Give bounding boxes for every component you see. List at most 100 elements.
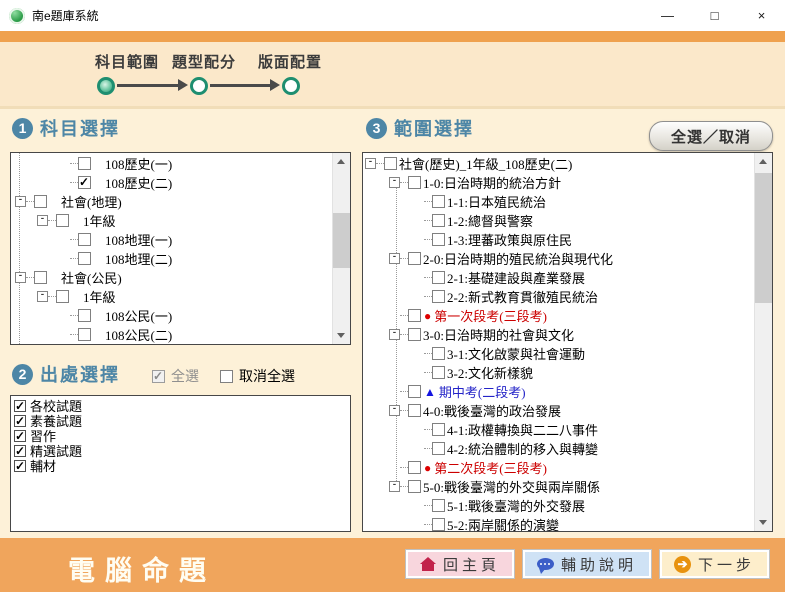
checkbox[interactable]	[56, 214, 69, 227]
checkbox[interactable]	[432, 366, 445, 379]
tree-item[interactable]: 108歷史(二)	[11, 173, 350, 192]
tree-item[interactable]: 2-1:基礎建設與產業發展	[363, 268, 772, 287]
collapse-icon[interactable]: -	[389, 329, 400, 340]
checkbox[interactable]	[408, 176, 421, 189]
checkbox[interactable]	[408, 404, 421, 417]
checkbox[interactable]	[432, 442, 445, 455]
tree-item[interactable]: 5-2:兩岸關係的演變	[363, 515, 772, 532]
checkbox[interactable]	[56, 290, 69, 303]
checkbox[interactable]	[432, 271, 445, 284]
next-step-button[interactable]: ➔下一步	[660, 550, 769, 578]
minimize-button[interactable]: —	[644, 0, 691, 31]
checkbox[interactable]	[408, 328, 421, 341]
checkbox[interactable]	[384, 157, 397, 170]
checkbox[interactable]	[78, 252, 91, 265]
collapse-icon[interactable]: -	[389, 253, 400, 264]
checkbox[interactable]	[14, 445, 26, 457]
checkbox[interactable]	[34, 195, 47, 208]
collapse-icon[interactable]: -	[365, 158, 376, 169]
tree-item[interactable]: -1年級	[11, 211, 350, 230]
tree-item[interactable]: 3-2:文化新樣貌	[363, 363, 772, 382]
tree-item[interactable]: 108地理(一)	[11, 230, 350, 249]
checkbox[interactable]	[408, 309, 421, 322]
checkbox[interactable]	[408, 480, 421, 493]
tree-item[interactable]: 108地理(二)	[11, 249, 350, 268]
checkbox[interactable]	[14, 460, 26, 472]
help-button[interactable]: 輔助說明	[523, 550, 651, 578]
tree-item[interactable]: 1-3:理蕃政策與原住民	[363, 230, 772, 249]
tree-item[interactable]: 2-2:新式教育貫徹殖民統治	[363, 287, 772, 306]
checkbox[interactable]	[432, 499, 445, 512]
checkbox[interactable]	[408, 385, 421, 398]
checkbox[interactable]	[34, 271, 47, 284]
scroll-up-icon[interactable]	[755, 153, 772, 170]
list-item[interactable]: 素養試題	[11, 413, 350, 428]
tree-item[interactable]: -3-0:日治時期的社會與文化	[363, 325, 772, 344]
collapse-icon[interactable]: -	[37, 215, 48, 226]
collapse-icon[interactable]: -	[37, 291, 48, 302]
list-item[interactable]: 精選試題	[11, 443, 350, 458]
tree-item[interactable]: 1-2:總督與警察	[363, 211, 772, 230]
checkbox[interactable]	[14, 415, 26, 427]
scrollbar-thumb[interactable]	[333, 213, 350, 268]
tree-item[interactable]: +歷屆試題	[11, 344, 350, 345]
step-circle-3[interactable]	[282, 77, 300, 95]
scroll-down-icon[interactable]	[755, 514, 772, 531]
list-item[interactable]: 輔材	[11, 458, 350, 473]
tree-item[interactable]: ▲期中考(二段考)	[363, 382, 772, 401]
checkbox[interactable]	[432, 423, 445, 436]
home-button[interactable]: 回主頁	[406, 550, 514, 578]
checkbox[interactable]	[408, 461, 421, 474]
checkbox[interactable]	[432, 195, 445, 208]
tree-item[interactable]: ●第二次段考(三段考)	[363, 458, 772, 477]
checkbox[interactable]	[78, 233, 91, 246]
collapse-icon[interactable]: -	[389, 405, 400, 416]
collapse-icon[interactable]: -	[15, 272, 26, 283]
range-tree-scrollbar[interactable]	[754, 153, 772, 531]
checkbox[interactable]	[432, 233, 445, 246]
tree-item[interactable]: 1-1:日本殖民統治	[363, 192, 772, 211]
toggle-all-button[interactable]: 全選／取消	[649, 121, 773, 151]
checkbox[interactable]	[78, 309, 91, 322]
checkbox[interactable]	[78, 157, 91, 170]
tree-item[interactable]: -5-0:戰後臺灣的外交與兩岸關係	[363, 477, 772, 496]
tree-item[interactable]: - 社會(地理)	[11, 192, 350, 211]
scrollbar-thumb[interactable]	[755, 173, 772, 303]
tree-item[interactable]: 108公民(一)	[11, 306, 350, 325]
checkbox[interactable]	[14, 400, 26, 412]
tree-item[interactable]: -1-0:日治時期的統治方針	[363, 173, 772, 192]
tree-item[interactable]: 4-2:統治體制的移入與轉變	[363, 439, 772, 458]
deselect-all-checkbox[interactable]	[220, 370, 233, 383]
checkbox[interactable]	[432, 347, 445, 360]
tree-item[interactable]: -4-0:戰後臺灣的政治發展	[363, 401, 772, 420]
scroll-up-icon[interactable]	[333, 153, 350, 170]
tree-item[interactable]: 3-1:文化啟蒙與社會運動	[363, 344, 772, 363]
checkbox[interactable]	[78, 328, 91, 341]
collapse-icon[interactable]: -	[15, 196, 26, 207]
tree-item[interactable]: -1年級	[11, 287, 350, 306]
select-all-checkbox[interactable]	[152, 370, 165, 383]
checkbox[interactable]	[14, 430, 26, 442]
checkbox[interactable]	[78, 176, 91, 189]
subject-tree-scrollbar[interactable]	[332, 153, 350, 344]
step-circle-2[interactable]	[190, 77, 208, 95]
checkbox[interactable]	[408, 252, 421, 265]
tree-item[interactable]: -社會(公民)	[11, 268, 350, 287]
tree-item[interactable]: 108公民(二)	[11, 325, 350, 344]
collapse-icon[interactable]: -	[389, 177, 400, 188]
checkbox[interactable]	[432, 518, 445, 531]
tree-item[interactable]: 108歷史(一)	[11, 154, 350, 173]
collapse-icon[interactable]: -	[389, 481, 400, 492]
scroll-down-icon[interactable]	[333, 327, 350, 344]
checkbox[interactable]	[432, 290, 445, 303]
tree-item-label: 社會(地理)	[61, 192, 122, 211]
close-button[interactable]: ×	[738, 0, 785, 31]
tree-item[interactable]: 4-1:政權轉換與二二八事件	[363, 420, 772, 439]
step-circle-1[interactable]	[97, 77, 115, 95]
tree-item[interactable]: 5-1:戰後臺灣的外交發展	[363, 496, 772, 515]
tree-item[interactable]: -社會(歷史)_1年級_108歷史(二)	[363, 154, 772, 173]
checkbox[interactable]	[432, 214, 445, 227]
tree-item[interactable]: ●第一次段考(三段考)	[363, 306, 772, 325]
tree-item[interactable]: -2-0:日治時期的殖民統治與現代化	[363, 249, 772, 268]
maximize-button[interactable]: □	[691, 0, 738, 31]
